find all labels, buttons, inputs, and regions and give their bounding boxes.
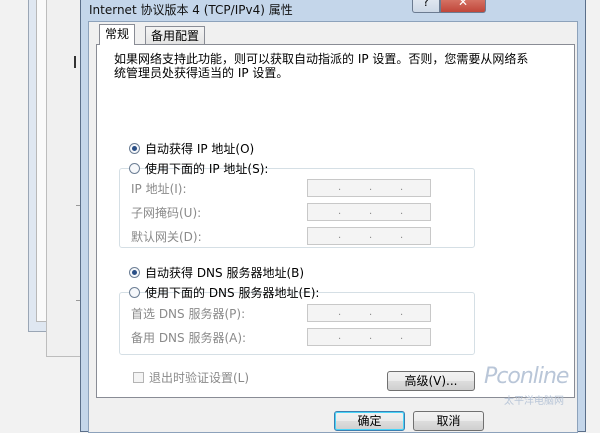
tab-general[interactable]: 常规: [99, 24, 136, 45]
cancel-button[interactable]: 取消: [413, 411, 484, 431]
checkbox-icon: [133, 372, 144, 383]
watermark-sub: 太平洋电脑网: [504, 396, 564, 407]
radio-selected-icon: [129, 267, 140, 278]
advanced-button[interactable]: 高级(V)...: [387, 371, 475, 391]
alternate-dns-input: ...: [307, 328, 431, 346]
tab-alternate-config[interactable]: 备用配置: [145, 26, 206, 45]
manual-ip-label: 使用下面的 IP 地址(S):: [145, 162, 269, 176]
manual-ip-radio[interactable]: 使用下面的 IP 地址(S):: [129, 161, 268, 177]
auto-dns-radio[interactable]: 自动获得 DNS 服务器地址(B): [129, 265, 304, 281]
radio-selected-icon: [129, 143, 140, 154]
ip-address-input: ...: [307, 179, 431, 197]
auto-ip-radio[interactable]: 自动获得 IP 地址(O): [129, 141, 254, 157]
radio-unselected-icon: [129, 163, 140, 174]
ok-button[interactable]: 确定: [334, 411, 405, 431]
dialog-title: Internet 协议版本 4 (TCP/IPv4) 属性: [89, 3, 293, 17]
manual-dns-label: 使用下面的 DNS 服务器地址(E):: [145, 286, 320, 300]
ip-address-label: IP 地址(I):: [131, 182, 187, 196]
watermark-brand: Pconline: [484, 364, 569, 389]
description-text: 如果网络支持此功能，则可以获取自动指派的 IP 设置。否则，您需要从网络系统管理…: [114, 52, 529, 80]
manual-dns-radio[interactable]: 使用下面的 DNS 服务器地址(E):: [129, 285, 319, 301]
validate-on-exit-label: 退出时验证设置(L): [149, 371, 250, 385]
preferred-dns-input: ...: [307, 304, 431, 322]
default-gateway-label: 默认网关(D):: [131, 230, 202, 244]
auto-ip-label: 自动获得 IP 地址(O): [145, 142, 255, 156]
title-bar[interactable]: Internet 协议版本 4 (TCP/IPv4) 属性 ? ✕: [81, 0, 585, 21]
radio-unselected-icon: [129, 287, 140, 298]
watermark-logo: Pconline 太平洋电脑网: [478, 362, 600, 417]
preferred-dns-label: 首选 DNS 服务器(P):: [131, 307, 246, 321]
auto-dns-label: 自动获得 DNS 服务器地址(B): [145, 266, 305, 280]
close-button[interactable]: ✕: [440, 0, 486, 13]
tab-panel-general: 如果网络支持此功能，则可以获取自动指派的 IP 设置。否则，您需要从网络系统管理…: [96, 44, 575, 398]
help-button[interactable]: ?: [412, 0, 440, 13]
subnet-mask-label: 子网掩码(U):: [131, 206, 202, 220]
default-gateway-input: ...: [307, 227, 431, 245]
validate-on-exit-checkbox: 退出时验证设置(L): [133, 370, 249, 386]
alternate-dns-label: 备用 DNS 服务器(A):: [131, 331, 247, 345]
subnet-mask-input: ...: [307, 203, 431, 221]
